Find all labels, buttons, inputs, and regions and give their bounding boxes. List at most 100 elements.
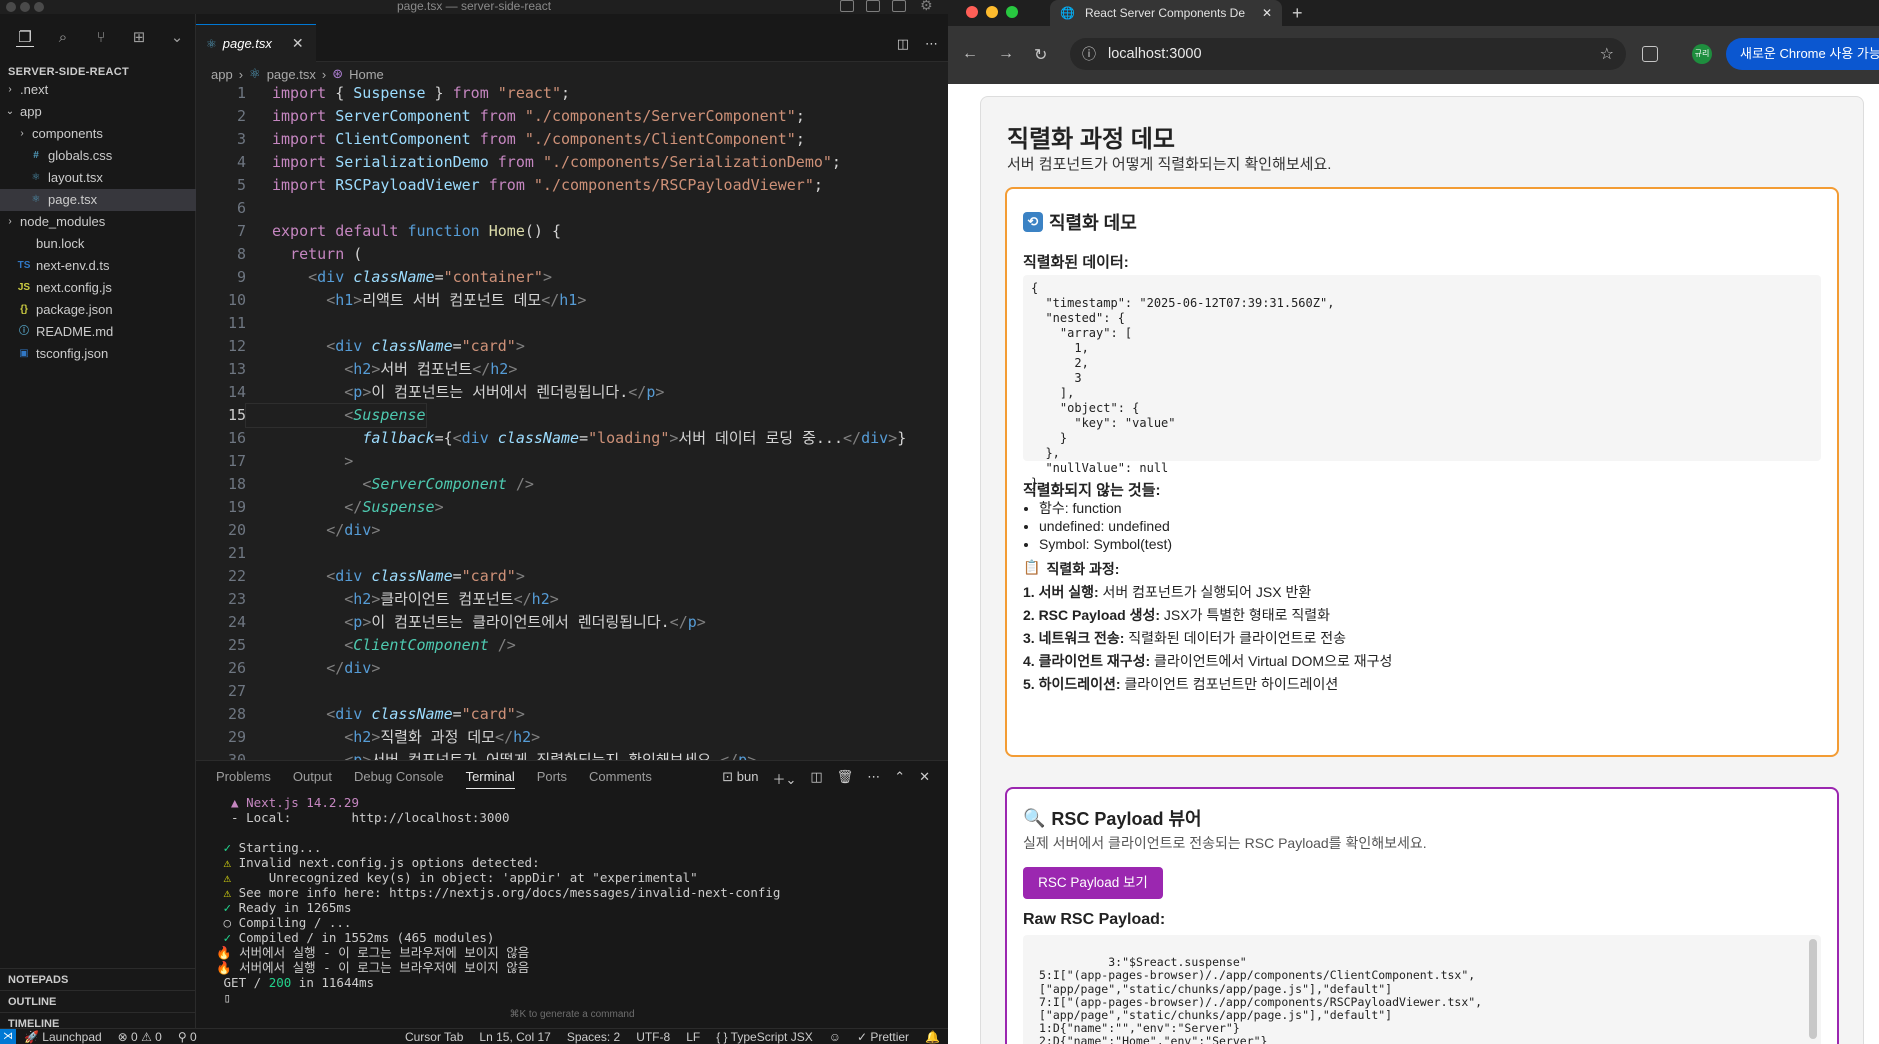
code-line[interactable]: 18 <ServerComponent /> [196,473,948,496]
tab-debug-console[interactable]: Debug Console [354,769,444,789]
code-line[interactable]: 25 <ClientComponent /> [196,634,948,657]
sidebar-item-readme-md[interactable]: ⓘ README.md [0,321,196,343]
breadcrumb-symbol[interactable]: Home [349,67,384,82]
status-ports[interactable]: ⚲ 0 [170,1030,205,1044]
tab-terminal[interactable]: Terminal [465,769,515,789]
tab-output[interactable]: Output [293,769,332,789]
code-line[interactable]: 16 fallback={<div className="loading">서버… [196,427,948,450]
code-line[interactable]: 28 <div className="card"> [196,703,948,726]
sidebar-item-tsconfig-json[interactable]: ▣ tsconfig.json [0,343,196,365]
code-line[interactable]: 14 <p>이 컴포넌트는 서버에서 렌더링됩니다.</p> [196,381,948,404]
back-button[interactable]: ← [962,45,978,63]
code-line[interactable]: 19 </Suspense> [196,496,948,519]
more-actions-icon[interactable]: ⋯ [925,36,938,52]
code-line[interactable]: 15 <Suspense [196,403,948,428]
code-editor[interactable]: 1 import { Suspense } from "react"; 2 impor… [196,82,948,760]
sidebar-item-next-config-js[interactable]: JS next.config.js [0,277,196,299]
status-launchpad[interactable]: 🚀 Launchpad [16,1030,110,1044]
bell-icon[interactable]: 🔔 [917,1030,948,1044]
status-eol[interactable]: LF [678,1030,708,1044]
section-outline[interactable]: OUTLINE [0,990,196,1012]
sidebar-item-components[interactable]: › components [0,123,196,145]
status-problems[interactable]: ⊗ 0 ⚠ 0 [110,1030,170,1044]
code-line[interactable]: 2 import ServerComponent from "./componen… [196,105,948,128]
code-line[interactable]: 11 [196,312,948,335]
raw-payload-block[interactable]: 3:"$Sreact.suspense" 5:I["(app-pages-bro… [1023,935,1821,1044]
sidebar-item-node-modules[interactable]: › node_modules [0,211,196,233]
extensions-icon[interactable] [1642,46,1658,62]
status-position[interactable]: Ln 15, Col 17 [471,1030,558,1044]
avatar[interactable]: 규리 [1692,44,1712,64]
more-actions-icon[interactable]: ⋯ [867,769,880,788]
code-line[interactable]: 10 <h1>리액트 서버 컴포넌트 데모</h1> [196,289,948,312]
section-notepads[interactable]: NOTEPADS [0,968,196,990]
code-line[interactable]: 26 </div> [196,657,948,680]
status-encoding[interactable]: UTF-8 [628,1030,678,1044]
code-line[interactable]: 13 <h2>서버 컴포넌트</h2> [196,358,948,381]
new-chrome-available-button[interactable]: 새로운 Chrome 사용 가능 [1726,38,1879,70]
sidebar-item-next-env-d-ts[interactable]: TS next-env.d.ts [0,255,196,277]
code-line[interactable]: 7 export default function Home() { [196,220,948,243]
maximize-panel-icon[interactable]: ⌃ [894,769,905,788]
extensions-icon[interactable]: ⊞ [130,29,148,47]
minimize-window-button[interactable] [986,6,998,18]
remote-icon[interactable]: ⋊ [0,1028,16,1044]
copilot-icon[interactable]: ☺ [821,1030,849,1044]
zoom-window-button[interactable] [1006,6,1018,18]
close-tab-icon[interactable]: ✕ [1262,6,1272,20]
split-editor-icon[interactable]: ◫ [897,36,909,52]
sidebar-item-page-tsx[interactable]: ⚛ page.tsx [0,189,196,211]
code-line[interactable]: 20 </div> [196,519,948,542]
trash-icon[interactable]: 🗑 [837,769,854,788]
code-line[interactable]: 8 return ( [196,243,948,266]
code-line[interactable]: 1 import { Suspense } from "react"; [196,82,948,105]
code-line[interactable]: 21 [196,542,948,565]
code-line[interactable]: 6 [196,197,948,220]
code-line[interactable]: 12 <div className="card"> [196,335,948,358]
split-terminal-icon[interactable]: ◫ [810,769,822,788]
code-line[interactable]: 17 > [196,450,948,473]
close-panel-icon[interactable]: ✕ [919,769,930,788]
sidebar-item-app[interactable]: ⌄ app [0,101,196,123]
toggle-secondary-sidebar-icon[interactable] [892,0,906,12]
breadcrumb-app[interactable]: app [211,67,233,82]
code-line[interactable]: 5 import RSCPayloadViewer from "./compone… [196,174,948,197]
terminal-shell-label[interactable]: ⊡ bun [722,769,758,788]
status-language[interactable]: { } TypeScript JSX [708,1030,821,1044]
code-line[interactable]: 29 <h2>직렬화 과정 데모</h2> [196,726,948,749]
reload-button[interactable]: ↻ [1034,45,1047,65]
code-line[interactable]: 3 import ClientComponent from "./componen… [196,128,948,151]
explorer-icon[interactable]: ❐ [16,29,34,47]
code-line[interactable]: 30 <p>서버 컴포넌트가 어떻게 직렬화되는지 확인해보세요.</p> [196,749,948,760]
status-cursor-tab[interactable]: Cursor Tab [397,1030,471,1044]
sidebar-item-globals-css[interactable]: # globals.css [0,145,196,167]
address-bar[interactable]: ⓘ localhost:3000 ☆ [1070,38,1626,70]
search-icon[interactable]: ⌕ [54,29,72,47]
bookmark-star-icon[interactable]: ☆ [1600,44,1614,64]
sidebar-item-package-json[interactable]: {} package.json [0,299,196,321]
browser-tab[interactable]: 🌐 React Server Components De ✕ [1050,0,1282,26]
show-rsc-payload-button[interactable]: RSC Payload 보기 [1023,867,1163,899]
sidebar-item-layout-tsx[interactable]: ⚛ layout.tsx [0,167,196,189]
close-icon[interactable]: ✕ [292,35,304,52]
code-line[interactable]: 27 [196,680,948,703]
status-prettier[interactable]: ✓ Prettier [849,1030,917,1044]
tab-page-tsx[interactable]: ⚛ page.tsx ✕ [196,24,316,62]
toggle-panel-icon[interactable] [866,0,880,12]
sidebar-item-bun-lock[interactable]: bun.lock [0,233,196,255]
toggle-sidebar-icon[interactable] [840,0,854,12]
close-window-button[interactable] [966,6,978,18]
source-control-icon[interactable]: ⑂ [92,29,110,47]
forward-button[interactable]: → [998,45,1014,63]
status-spaces[interactable]: Spaces: 2 [559,1030,628,1044]
scrollbar[interactable] [1809,939,1817,1039]
tab-comments[interactable]: Comments [589,769,652,789]
gear-icon[interactable]: ⚙ [920,0,933,14]
code-line[interactable]: 22 <div className="card"> [196,565,948,588]
breadcrumb-file[interactable]: page.tsx [267,67,316,82]
code-line[interactable]: 23 <h2>클라이언트 컴포넌트</h2> [196,588,948,611]
new-tab-button[interactable]: + [1292,3,1303,24]
chevron-down-icon[interactable]: ⌄ [168,29,186,47]
tab-problems[interactable]: Problems [216,769,271,789]
site-info-icon[interactable]: ⓘ [1082,44,1096,64]
